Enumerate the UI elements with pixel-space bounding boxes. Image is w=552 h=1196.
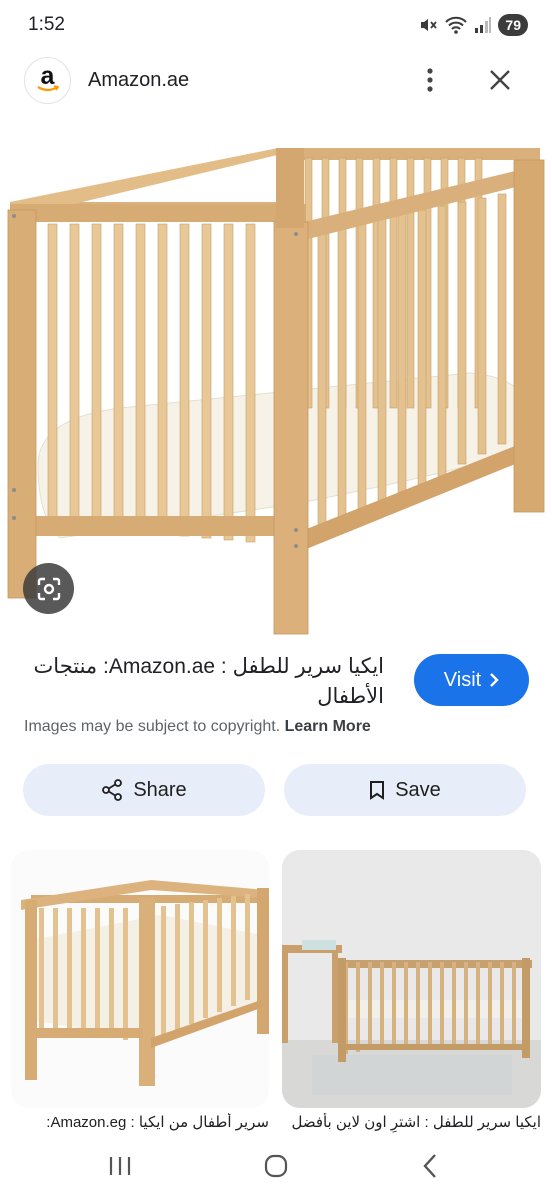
share-icon [102,779,123,801]
battery-badge: 79 [498,14,528,36]
more-vert-icon [427,68,433,92]
recents-icon [109,1157,131,1175]
back-button[interactable] [410,1148,450,1184]
related-caption-2[interactable]: ايكيا سرير للطفل : اشترِ اون لاين بأفضل [282,1113,541,1133]
bookmark-icon [370,781,385,800]
site-name[interactable]: Amazon.ae [88,69,189,92]
related-caption-1[interactable]: سرير أطفال من ايكيا : Amazon.eg: [11,1113,269,1133]
copyright-notice: Images may be subject to copyright. Lear… [24,718,371,736]
back-icon [423,1154,436,1178]
home-button[interactable] [256,1148,296,1184]
chevron-right-icon [490,673,499,687]
visit-button[interactable]: Visit [414,654,529,706]
amazon-smile-icon [37,85,59,92]
lens-icon [37,577,60,600]
source-header: a Amazon.ae [0,52,552,110]
more-options-button[interactable] [418,64,442,96]
copyright-text: Images may be subject to copyright. [24,718,281,735]
crib-image [7,148,545,635]
share-button[interactable]: Share [23,764,265,816]
home-icon [264,1154,288,1178]
recents-button[interactable] [100,1148,140,1184]
close-icon [490,70,510,90]
status-bar: 1:52 79 [0,0,552,52]
visit-label: Visit [443,668,482,691]
related-images-grid [0,850,552,1110]
related-image-2[interactable] [282,850,541,1108]
mute-icon [418,15,438,35]
save-label: Save [395,778,441,801]
learn-more-link[interactable]: Learn More [285,718,371,735]
related-image-1[interactable] [11,850,269,1108]
wifi-icon [444,15,468,35]
share-label: Share [133,778,187,801]
save-button[interactable]: Save [284,764,526,816]
main-product-image[interactable] [0,118,552,646]
close-button[interactable] [486,64,514,96]
lens-button[interactable] [23,563,74,614]
signal-icon [474,16,492,34]
result-title[interactable]: ايكيا سرير للطفل : Amazon.ae: منتجات الأ… [24,652,384,712]
status-time: 1:52 [28,14,65,35]
nursery-thumbnail [282,850,541,1108]
system-nav-bar [0,1136,552,1196]
crib-thumbnail [11,850,269,1108]
status-icons: 79 [418,14,528,36]
site-logo: a [24,57,71,104]
